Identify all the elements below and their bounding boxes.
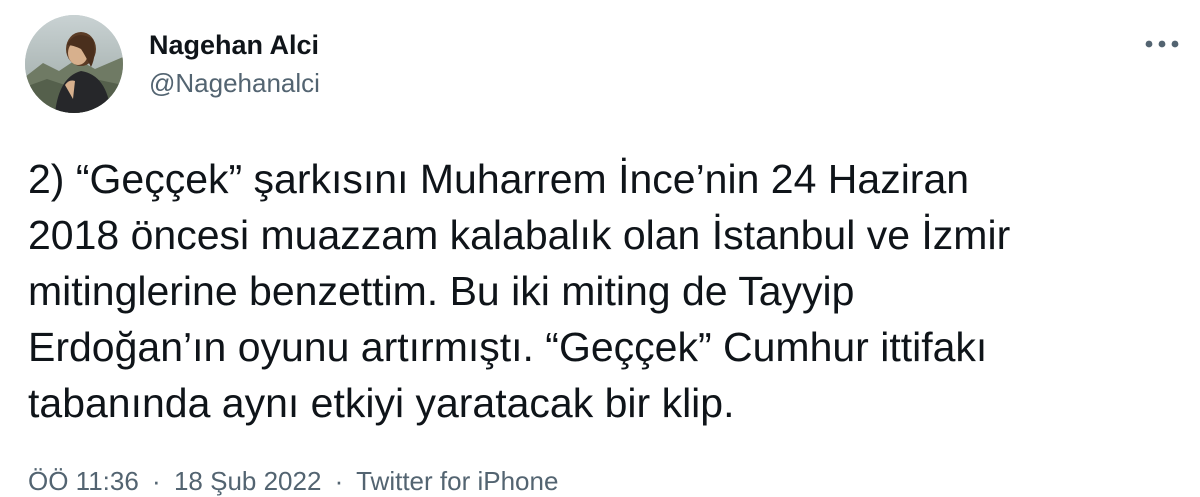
- tweet-text: 2) “Geççek” şarkısını Muharrem İnce’nin …: [28, 151, 1178, 431]
- tweet-text-line: tabanında aynı etkiyi yaratacak bir klip…: [28, 380, 735, 426]
- avatar[interactable]: [25, 15, 123, 113]
- profile-photo: [25, 15, 123, 113]
- tweet-text-line: 2018 öncesi muazzam kalabalık olan İstan…: [28, 212, 1011, 258]
- more-options-button[interactable]: [1140, 30, 1184, 58]
- tweet-meta: ÖÖ 11:36 · 18 Şub 2022 · Twitter for iPh…: [28, 465, 558, 497]
- tweet-text-line: Erdoğan’ın oyunu artırmıştı. “Geççek” Cu…: [28, 324, 988, 370]
- author-handle[interactable]: @Nagehanalci: [149, 67, 320, 99]
- tweet-date[interactable]: 18 Şub 2022: [174, 466, 321, 496]
- author-name[interactable]: Nagehan Alci: [149, 29, 319, 61]
- tweet-time[interactable]: ÖÖ 11:36: [28, 466, 139, 496]
- tweet-text-line: 2) “Geççek” şarkısını Muharrem İnce’nin …: [28, 156, 970, 202]
- meta-separator: ·: [334, 466, 344, 496]
- tweet-text-line: mitinglerine benzettim. Bu iki miting de…: [28, 268, 855, 314]
- more-horizontal-icon: [1145, 40, 1179, 48]
- meta-separator: ·: [152, 466, 161, 496]
- tweet-source[interactable]: Twitter for iPhone: [356, 466, 558, 496]
- tweet: Nagehan Alci @Nagehanalci 2) “Geççek” şa…: [0, 0, 1200, 497]
